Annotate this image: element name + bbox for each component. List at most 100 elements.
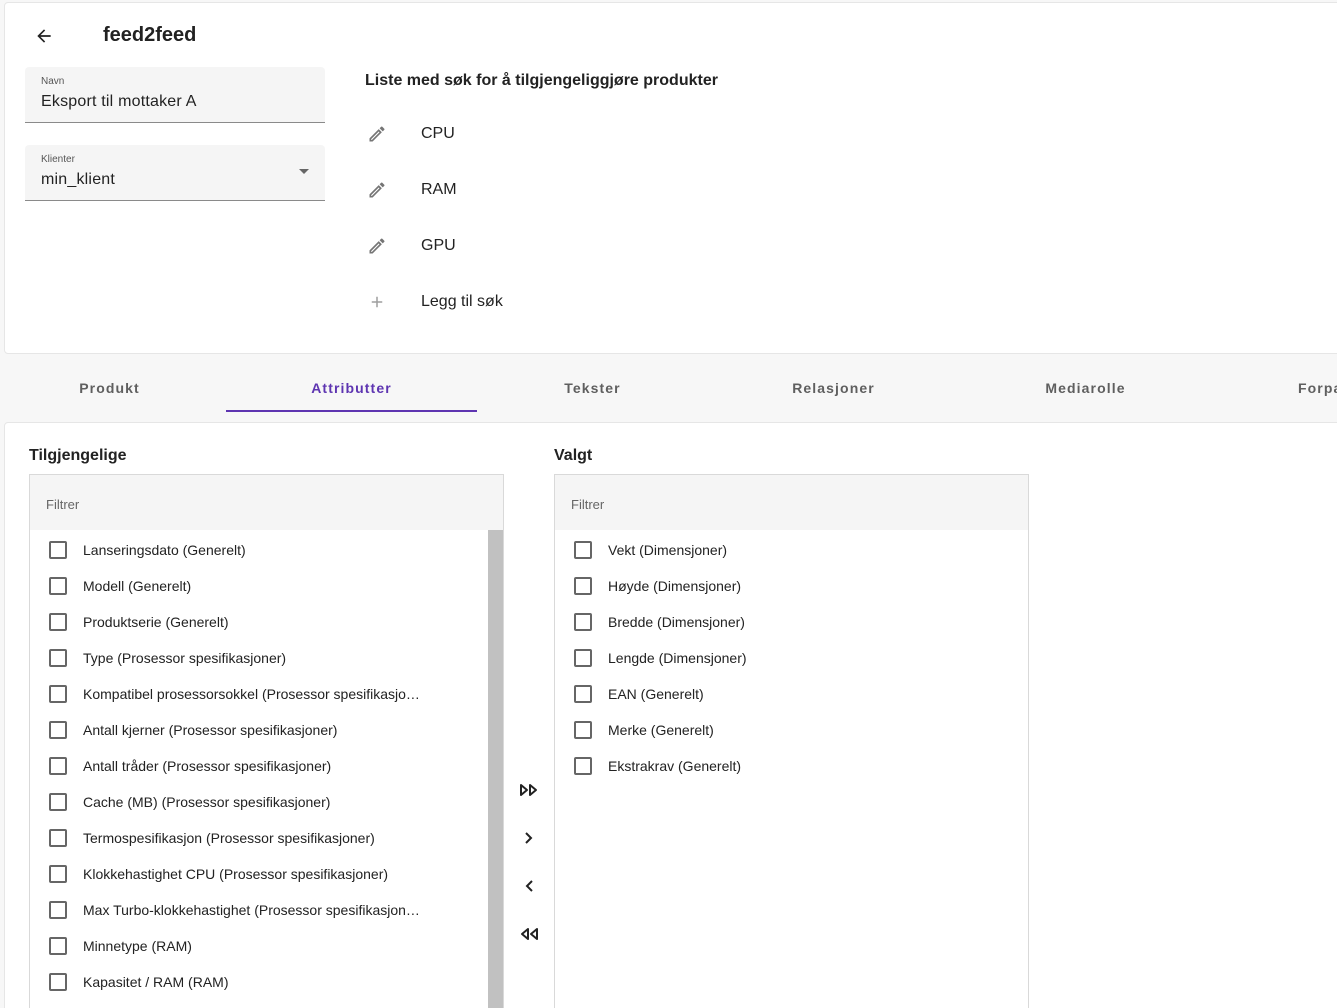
- checkbox[interactable]: [49, 901, 67, 919]
- move-left-button[interactable]: [513, 870, 545, 902]
- list-item-label: Ekstrakrav (Generelt): [608, 758, 742, 774]
- checkbox[interactable]: [49, 613, 67, 631]
- list-item-label: Produktserie (Generelt): [83, 614, 229, 630]
- checkbox[interactable]: [49, 721, 67, 739]
- pencil-icon[interactable]: [360, 117, 394, 151]
- list-item[interactable]: Antall kjerner (Prosessor spesifikasjone…: [30, 712, 503, 748]
- list-item-label: Kapasitet / RAM (RAM): [83, 974, 229, 990]
- name-field[interactable]: Navn Eksport til mottaker A: [25, 67, 325, 123]
- list-item-label: Minnetype (RAM): [83, 938, 192, 954]
- move-right-button[interactable]: [513, 822, 545, 854]
- list-item-label: Klokkehastighet CPU (Prosessor spesifika…: [83, 866, 389, 882]
- list-item[interactable]: Type (Prosessor spesifikasjoner): [30, 640, 503, 676]
- chevron-left-icon: [525, 880, 533, 892]
- list-item[interactable]: Kompatibel prosessorsokkel (Prosessor sp…: [30, 676, 503, 712]
- available-title: Tilgjengelige: [29, 447, 127, 464]
- checkbox[interactable]: [49, 973, 67, 991]
- list-item[interactable]: EAN (Generelt): [555, 676, 1028, 712]
- list-item-label: Modell (Generelt): [83, 578, 192, 594]
- back-button[interactable]: [28, 20, 60, 52]
- list-item[interactable]: Modell (Generelt): [30, 568, 503, 604]
- checkbox[interactable]: [574, 577, 592, 595]
- list-item-label: Lanseringsdato (Generelt): [83, 542, 246, 558]
- selected-list[interactable]: Vekt (Dimensjoner) Høyde (Dimensjoner) Bre…: [554, 530, 1029, 1008]
- list-item-label: Antall kjerner (Prosessor spesifikasjone…: [83, 722, 338, 738]
- list-item-label: Høyde (Dimensjoner): [608, 578, 742, 594]
- list-item-label: Cache (MB) (Prosessor spesifikasjoner): [83, 794, 331, 810]
- filter-placeholder: Filtrer: [571, 497, 605, 512]
- checkbox[interactable]: [49, 649, 67, 667]
- tab-mediarolle[interactable]: Mediarolle: [960, 364, 1211, 412]
- page-title: feed2feed: [103, 24, 197, 46]
- list-item-label: Termospesifikasjon (Prosessor spesifikas…: [83, 830, 375, 846]
- tab-attributter[interactable]: Attributter: [226, 364, 477, 412]
- checkbox[interactable]: [49, 865, 67, 883]
- list-item[interactable]: Merke (Generelt): [555, 712, 1028, 748]
- filter-placeholder: Filtrer: [46, 497, 80, 512]
- tab-tekster[interactable]: Tekster: [467, 364, 718, 412]
- list-item[interactable]: Produktserie (Generelt): [30, 604, 503, 640]
- list-item-label: EAN (Generelt): [608, 686, 704, 702]
- list-item-label: Lengde (Dimensjoner): [608, 650, 747, 666]
- move-all-left-button[interactable]: [513, 918, 545, 950]
- list-item[interactable]: Lengde (Dimensjoner): [555, 640, 1028, 676]
- client-select-label: Klienter: [41, 154, 75, 165]
- list-item[interactable]: Lanseringsdato (Generelt): [30, 532, 503, 568]
- add-search-label: Legg til søk: [421, 293, 503, 310]
- add-search-button[interactable]: Legg til søk: [360, 282, 503, 322]
- tab-relasjoner[interactable]: Relasjoner: [708, 364, 959, 412]
- list-item[interactable]: Vekt (Dimensjoner): [555, 532, 1028, 568]
- list-item[interactable]: Klokkehastighet CPU (Prosessor spesifika…: [30, 856, 503, 892]
- checkbox[interactable]: [574, 685, 592, 703]
- list-item[interactable]: Bredde (Dimensjoner): [555, 604, 1028, 640]
- search-item-label: RAM: [421, 181, 457, 198]
- list-item[interactable]: Max Turbo-klokkehastighet (Prosessor spe…: [30, 892, 503, 928]
- list-item-label: Vekt (Dimensjoner): [608, 542, 728, 558]
- tab-forpa[interactable]: Forpa: [1298, 364, 1337, 412]
- search-item-gpu[interactable]: GPU: [360, 226, 456, 266]
- checkbox[interactable]: [574, 541, 592, 559]
- search-item-cpu[interactable]: CPU: [360, 114, 455, 154]
- move-all-right-button[interactable]: [513, 774, 545, 806]
- list-item-label: Max Turbo-klokkehastighet (Prosessor spe…: [83, 902, 420, 918]
- search-item-ram[interactable]: RAM: [360, 170, 457, 210]
- list-item[interactable]: Kapasitet / RAM (RAM): [30, 964, 503, 1000]
- list-item[interactable]: Antall tråder (Prosessor spesifikasjoner…: [30, 748, 503, 784]
- list-item-label: Antall tråder (Prosessor spesifikasjoner…: [83, 758, 332, 774]
- plus-icon: [360, 285, 394, 319]
- list-item-label: Type (Prosessor spesifikasjoner): [83, 650, 287, 666]
- search-item-label: GPU: [421, 237, 456, 254]
- list-item[interactable]: Cache (MB) (Prosessor spesifikasjoner): [30, 784, 503, 820]
- checkbox[interactable]: [49, 793, 67, 811]
- list-item-label: Bredde (Dimensjoner): [608, 614, 745, 630]
- pencil-icon[interactable]: [360, 229, 394, 263]
- selected-filter-input[interactable]: Filtrer: [554, 474, 1029, 531]
- list-item[interactable]: Termospesifikasjon (Prosessor spesifikas…: [30, 820, 503, 856]
- client-select[interactable]: Klienter min_klient: [25, 145, 325, 201]
- checkbox[interactable]: [49, 829, 67, 847]
- checkbox[interactable]: [574, 721, 592, 739]
- checkbox[interactable]: [49, 541, 67, 559]
- list-item[interactable]: Høyde (Dimensjoner): [555, 568, 1028, 604]
- pencil-icon[interactable]: [360, 173, 394, 207]
- checkbox[interactable]: [49, 685, 67, 703]
- checkbox[interactable]: [574, 649, 592, 667]
- tab-produkt[interactable]: Produkt: [0, 364, 235, 412]
- checkbox[interactable]: [49, 757, 67, 775]
- scrollbar[interactable]: [488, 530, 503, 1008]
- arrow-left-icon: [37, 29, 51, 43]
- checkbox[interactable]: [49, 577, 67, 595]
- tab-bar: Produkt Attributter Tekster Relasjoner M…: [0, 364, 1337, 412]
- available-list[interactable]: Lanseringsdato (Generelt) Modell (Generel…: [29, 530, 504, 1008]
- checkbox[interactable]: [574, 613, 592, 631]
- available-filter-input[interactable]: Filtrer: [29, 474, 504, 531]
- name-field-label: Navn: [41, 76, 65, 87]
- name-field-value[interactable]: Eksport til mottaker A: [41, 93, 197, 111]
- checkbox[interactable]: [49, 937, 67, 955]
- dropdown-arrow-icon[interactable]: [299, 169, 309, 174]
- client-select-value[interactable]: min_klient: [41, 171, 115, 189]
- list-item[interactable]: Minnetype (RAM): [30, 928, 503, 964]
- search-list-title: Liste med søk for å tilgjengeliggjøre pr…: [365, 72, 718, 89]
- list-item[interactable]: Ekstrakrav (Generelt): [555, 748, 1028, 784]
- checkbox[interactable]: [574, 757, 592, 775]
